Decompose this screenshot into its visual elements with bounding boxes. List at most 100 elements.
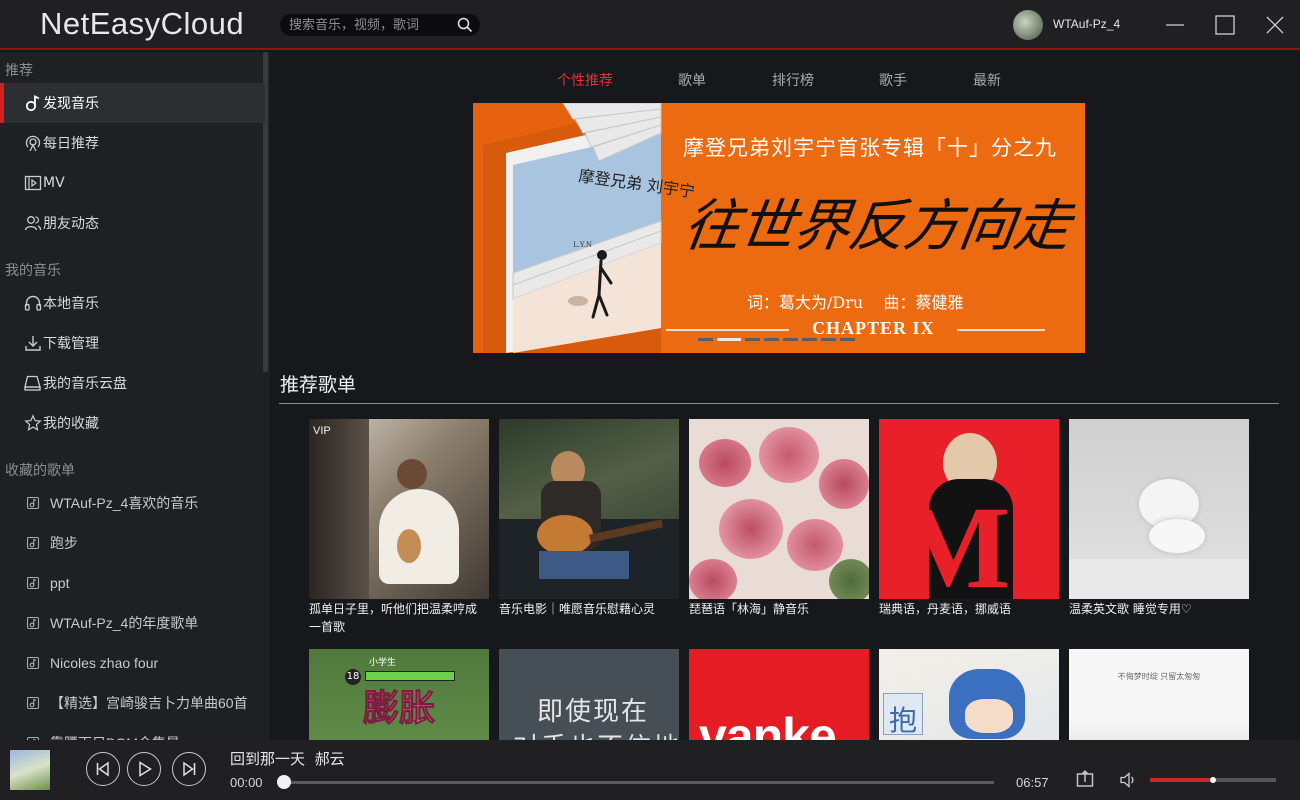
radio-icon (25, 135, 41, 152)
sidebar-item-mv[interactable]: MV (0, 163, 265, 203)
playlist-cover[interactable]: 抱 (879, 649, 1059, 740)
sidebar-playlist-item[interactable]: WTAuf-Pz_4喜欢的音乐 (0, 483, 265, 523)
sidebar-item-local-music[interactable]: 本地音乐 (0, 283, 265, 323)
cover-text: 对手也不信地 (513, 727, 679, 740)
sidebar-item-daily[interactable]: 每日推荐 (0, 123, 265, 163)
volume-handle[interactable] (1210, 776, 1216, 783)
song-name: 回到那一天 (230, 750, 306, 768)
volume-icon[interactable] (1118, 770, 1138, 790)
playlist-cover[interactable] (1069, 419, 1249, 599)
playlist-card[interactable]: 即使现在 对手也不信地 (499, 649, 679, 740)
volume-slider[interactable] (1150, 776, 1276, 783)
total-time: 06:57 (1016, 775, 1049, 790)
sidebar-item-friends[interactable]: 朋友动态 (0, 203, 265, 243)
sidebar-playlist-label: WTAuf-Pz_4喜欢的音乐 (50, 495, 199, 511)
sidebar-playlist-item[interactable]: 靠腰下只BGM合集是 (0, 723, 265, 740)
playlist-title[interactable]: 琵琶语「林海」静音乐 (689, 600, 869, 618)
cover-text: 即使现在 (537, 697, 650, 727)
player-bar: 回到那一天 郝云 00:00 06:57 (0, 740, 1300, 800)
sidebar-item-discover-music[interactable]: 发现音乐 (0, 83, 265, 123)
banner-dot[interactable] (783, 338, 798, 341)
tab-newest[interactable]: 最新 (973, 70, 1001, 90)
skip-previous-icon (96, 761, 109, 777)
playlist-card[interactable]: 音乐电影｜唯愿音乐慰藉心灵 (499, 419, 679, 618)
cover-badge: 18 (345, 669, 361, 685)
playlist-queue-icon[interactable] (1075, 769, 1095, 789)
banner-dot[interactable] (840, 338, 855, 341)
sidebar-item-cloud-drive[interactable]: 我的音乐云盘 (0, 363, 265, 403)
sidebar-section-title: 推荐 (5, 63, 33, 79)
playlist-card[interactable]: 温柔英文歌 睡觉专用♡ (1069, 419, 1249, 618)
playlist-title[interactable]: 孤单日子里，听他们把温柔哼成一首歌 (309, 600, 489, 636)
playlist-title[interactable]: 温柔英文歌 睡觉专用♡ (1069, 600, 1249, 618)
playlist-card[interactable]: 小学生 18 膨胀 (309, 649, 489, 740)
playlist-card[interactable]: M 瑞典语，丹麦语，挪威语 (879, 419, 1059, 618)
banner-dot[interactable] (745, 338, 760, 341)
playlist-title[interactable]: 音乐电影｜唯愿音乐慰藉心灵 (499, 600, 679, 618)
playlist-card[interactable]: vanke (689, 649, 869, 740)
playlist-cover[interactable]: 不侮梦时绽 只留太匆匆 (1069, 649, 1249, 740)
playlist-cover[interactable]: M (879, 419, 1059, 599)
sidebar-item-label: 发现音乐 (43, 96, 99, 112)
sidebar-item-label: 本地音乐 (43, 296, 99, 312)
music-note-icon (25, 95, 40, 112)
minimize-icon[interactable] (1162, 12, 1188, 38)
now-playing-cover[interactable] (10, 750, 50, 790)
playlist-card[interactable]: 抱 (879, 649, 1059, 740)
app-title: NetEasyCloud (40, 6, 245, 41)
artist-name[interactable]: 郝云 (315, 750, 345, 768)
username[interactable]: WTAuf-Pz_4 (1053, 17, 1120, 31)
divider (279, 403, 1279, 404)
play-button[interactable] (127, 752, 161, 786)
banner-dot[interactable] (821, 338, 836, 341)
sidebar-item-label: 朋友动态 (43, 216, 99, 232)
next-button[interactable] (172, 752, 206, 786)
cloud-drive-icon (24, 375, 41, 391)
banner-album-sub: L.Y.N (573, 241, 592, 249)
sidebar: 推荐 发现音乐 每日推荐 MV 朋友动态 我的音乐 本地音乐 下载管理 我的音乐… (0, 52, 270, 740)
banner-dot[interactable] (698, 338, 713, 341)
banner-dot[interactable] (717, 338, 741, 341)
playlist-cover[interactable]: 即使现在 对手也不信地 (499, 649, 679, 740)
sidebar-playlist-item[interactable]: ppt (0, 563, 265, 603)
search-input[interactable] (289, 16, 449, 34)
sidebar-section-title: 收藏的歌单 (5, 463, 75, 479)
playlist-card[interactable]: 琵琶语「林海」静音乐 (689, 419, 869, 618)
prev-button[interactable] (86, 752, 120, 786)
sidebar-playlist-item[interactable]: 【精选】宫崎骏吉卜力单曲60首 (0, 683, 265, 723)
sidebar-playlist-item[interactable]: WTAuf-Pz_4的年度歌单 (0, 603, 265, 643)
banner-dot[interactable] (802, 338, 817, 341)
headphones-icon (24, 295, 42, 311)
search-icon[interactable] (457, 17, 473, 33)
sidebar-playlist-label: ppt (50, 575, 70, 591)
progress-bar[interactable] (277, 775, 994, 789)
tab-personal-recommend[interactable]: 个性推荐 (557, 70, 613, 90)
maximize-icon[interactable] (1212, 12, 1238, 38)
sidebar-item-collection[interactable]: 我的收藏 (0, 403, 265, 443)
sidebar-item-downloads[interactable]: 下载管理 (0, 323, 265, 363)
progress-handle[interactable] (277, 775, 291, 789)
tab-charts[interactable]: 排行榜 (772, 70, 814, 90)
close-icon[interactable] (1262, 12, 1288, 38)
tab-playlists[interactable]: 歌单 (678, 70, 706, 90)
sidebar-playlist-label: Nicoles zhao four (50, 655, 159, 671)
playlist-cover[interactable]: 小学生 18 膨胀 (309, 649, 489, 740)
cover-text: 小学生 (369, 658, 397, 668)
sidebar-playlist-item[interactable]: Nicoles zhao four (0, 643, 265, 683)
search-box[interactable] (280, 14, 480, 36)
banner[interactable]: 摩登兄弟 刘宇宁 L.Y.N 摩登兄弟刘宇宁首张专辑「十」分之九 往世界反方向走… (473, 103, 1085, 353)
playlist-cover[interactable] (499, 419, 679, 599)
banner-dot[interactable] (764, 338, 779, 341)
playlist-cover[interactable] (689, 419, 869, 599)
playlist-card[interactable]: 不侮梦时绽 只留太匆匆 (1069, 649, 1249, 740)
playlist-title[interactable]: 瑞典语，丹麦语，挪威语 (879, 600, 1059, 618)
star-icon (24, 414, 42, 432)
avatar[interactable] (1013, 10, 1043, 40)
playlist-cover[interactable]: vanke (689, 649, 869, 740)
playlist-card[interactable]: VIP 孤单日子里，听他们把温柔哼成一首歌 (309, 419, 489, 636)
sidebar-section-title: 我的音乐 (5, 263, 61, 279)
tab-artists[interactable]: 歌手 (879, 70, 907, 90)
cover-text: vanke (699, 708, 837, 740)
sidebar-playlist-item[interactable]: 跑步 (0, 523, 265, 563)
playlist-cover[interactable]: VIP (309, 419, 489, 599)
